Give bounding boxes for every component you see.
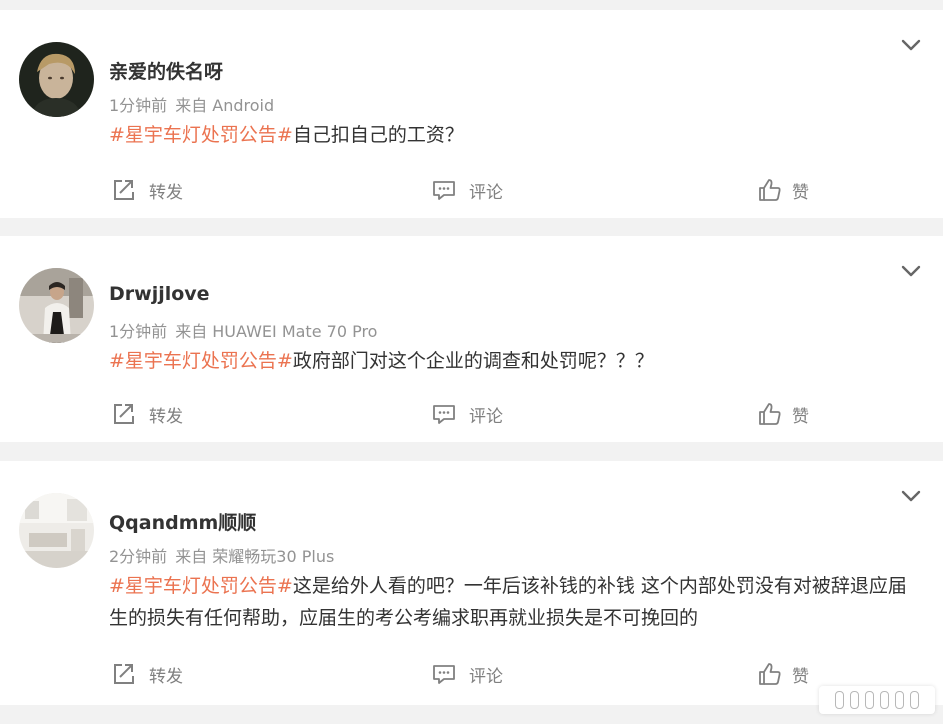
post-meta: 1分钟前 来自 HUAWEI Mate 70 Pro [109,318,377,342]
thumbs-up-icon [759,179,781,201]
chevron-down-icon[interactable] [901,489,921,503]
post-source: 来自 荣耀畅玩30 Plus [175,547,335,566]
username[interactable]: Qqandmm顺顺 [109,508,256,535]
post-meta: 1分钟前 来自 Android [109,92,274,116]
thumbs-up-icon [759,403,781,425]
page-indicator[interactable] [819,686,935,714]
comment-button[interactable]: 评论 [431,659,503,689]
comment-text: #星宇车灯处罚公告#这是给外人看的吧？一年后该补钱的补钱 这个内部处罚没有对被辞… [109,570,924,634]
comment-card: Drwjjlove 1分钟前 来自 HUAWEI Mate 70 Pro #星宇车… [0,236,943,442]
comment-bubble-icon [433,405,455,424]
post-time: 2分钟前 [109,547,168,566]
page-dot [880,691,889,709]
post-time: 1分钟前 [109,96,168,115]
comment-bubble-icon [433,665,455,684]
page-dot [850,691,859,709]
comment-bubble-icon [433,181,455,200]
post-time: 1分钟前 [109,322,168,341]
username[interactable]: Drwjjlove [109,283,210,305]
like-button[interactable]: 赞 [757,659,809,689]
post-source: 来自 HUAWEI Mate 70 Pro [175,322,378,341]
page-dot [835,691,844,709]
like-button[interactable]: 赞 [757,399,809,429]
username[interactable]: 亲爱的佚名呀 [109,57,223,84]
hashtag-link[interactable]: #星宇车灯处罚公告# [109,124,293,146]
page-dot [895,691,904,709]
page-dot [865,691,874,709]
comment-text: #星宇车灯处罚公告#自己扣自己的工资？ [109,119,924,151]
action-bar: 转发 评论 赞 [0,175,943,205]
comment-body: 政府部门对这个企业的调查和处罚呢？？？ [292,350,654,372]
avatar[interactable] [19,268,94,343]
share-arrow-icon [114,180,134,200]
like-label: 赞 [792,182,809,203]
thumbs-up-icon [759,663,781,685]
like-button[interactable]: 赞 [757,175,809,205]
comment-button[interactable]: 评论 [431,399,503,429]
comment-text: #星宇车灯处罚公告#政府部门对这个企业的调查和处罚呢？？？ [109,345,924,377]
chevron-down-icon[interactable] [901,38,921,52]
action-bar: 转发 评论 赞 [0,659,943,689]
avatar[interactable] [19,493,94,568]
repost-label: 转发 [149,666,183,687]
repost-label: 转发 [149,182,183,203]
like-label: 赞 [792,406,809,427]
post-meta: 2分钟前 来自 荣耀畅玩30 Plus [109,543,334,567]
repost-button[interactable]: 转发 [111,659,183,689]
page-dot [910,691,919,709]
comment-label: 评论 [469,182,503,203]
comment-button[interactable]: 评论 [431,175,503,205]
comment-card: Qqandmm顺顺 2分钟前 来自 荣耀畅玩30 Plus #星宇车灯处罚公告#这… [0,461,943,705]
repost-label: 转发 [149,406,183,427]
share-arrow-icon [114,404,134,424]
comment-body: 自己扣自己的工资？ [292,124,464,146]
repost-button[interactable]: 转发 [111,175,183,205]
comment-label: 评论 [469,406,503,427]
repost-button[interactable]: 转发 [111,399,183,429]
hashtag-link[interactable]: #星宇车灯处罚公告# [109,575,293,597]
like-label: 赞 [792,666,809,687]
chevron-down-icon[interactable] [901,264,921,278]
action-bar: 转发 评论 赞 [0,399,943,429]
hashtag-link[interactable]: #星宇车灯处罚公告# [109,350,293,372]
comment-feed: 亲爱的佚名呀 1分钟前 来自 Android #星宇车灯处罚公告#自己扣自己的工资… [0,0,943,724]
post-source: 来自 Android [175,96,275,115]
comment-label: 评论 [469,666,503,687]
comment-card: 亲爱的佚名呀 1分钟前 来自 Android #星宇车灯处罚公告#自己扣自己的工资… [0,10,943,218]
avatar[interactable] [19,42,94,117]
share-arrow-icon [114,664,134,684]
